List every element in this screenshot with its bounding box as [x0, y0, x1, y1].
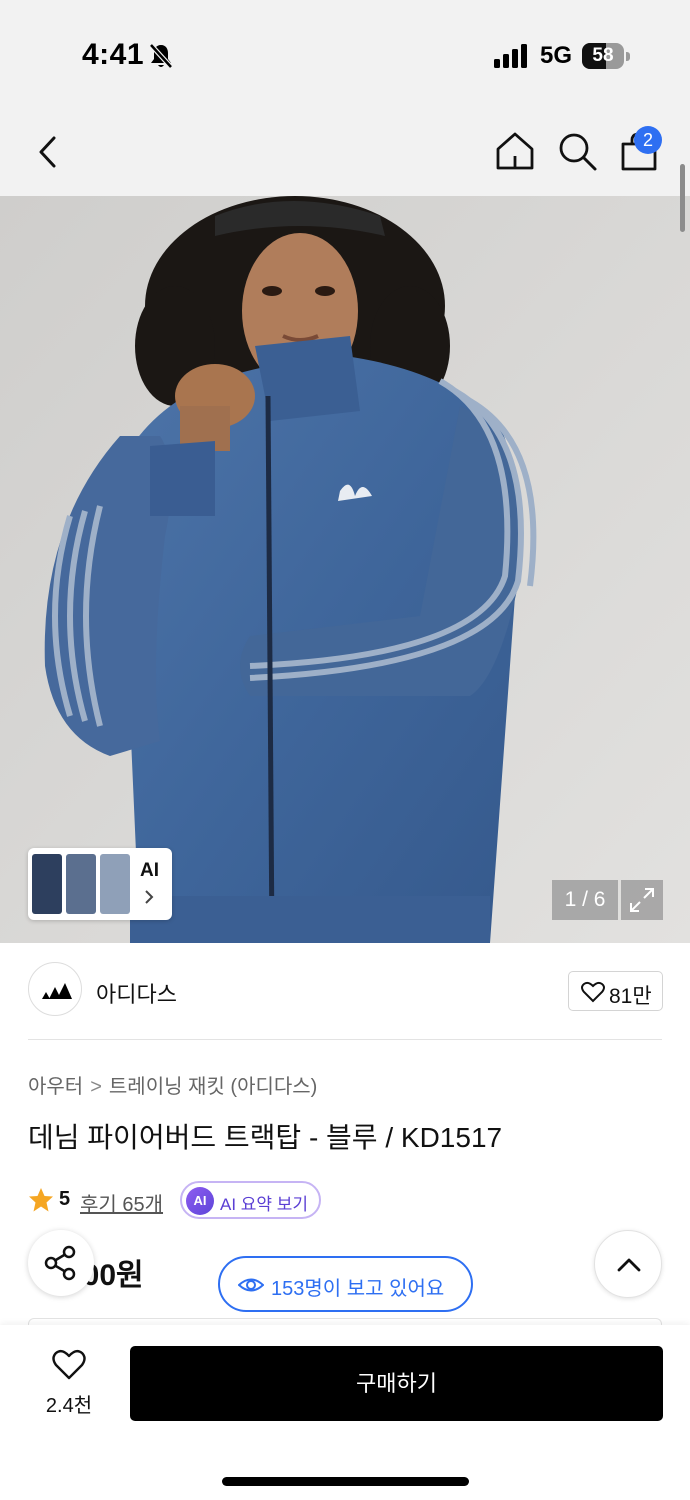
viewers-text: 153명이 보고 있어요 — [271, 1278, 445, 1300]
scroll-indicator — [680, 164, 685, 232]
wishlist-button[interactable]: 2.4천 — [36, 1349, 102, 1417]
breadcrumb-item-outer[interactable]: 아우터 — [28, 1076, 83, 1098]
product-photo — [0, 196, 690, 943]
network-type: 5G — [540, 42, 573, 69]
chevron-right-icon — [145, 890, 154, 904]
heart-icon — [581, 981, 605, 1003]
brand-logo[interactable] — [28, 962, 82, 1016]
bottom-action-bar: 2.4천 구매하기 — [0, 1325, 690, 1500]
expand-button[interactable] — [621, 880, 663, 920]
share-button[interactable] — [28, 1230, 94, 1296]
brand-like-button[interactable]: 81만 — [568, 971, 663, 1011]
top-nav-bar — [0, 110, 690, 196]
expand-icon — [630, 888, 654, 912]
status-time: 4:41 — [82, 38, 145, 71]
ai-thumb-label: AI — [140, 860, 159, 881]
brand-name[interactable]: 아디다스 — [96, 977, 177, 1009]
search-icon[interactable] — [556, 130, 598, 172]
rating-score: 5 — [59, 1188, 71, 1210]
ai-badge: AI — [186, 1187, 214, 1215]
home-icon[interactable] — [494, 130, 536, 172]
divider — [28, 1039, 662, 1040]
ai-summary-button[interactable]: AI AI 요약 보기 — [180, 1181, 321, 1219]
home-indicator — [222, 1477, 469, 1486]
breadcrumb: 아우터 > 트레이닝 재킷 (아디다스) — [28, 1070, 317, 1099]
image-pager: 1 / 6 — [552, 880, 618, 920]
product-image[interactable]: AI 1 / 6 — [0, 196, 690, 943]
status-bar: 4:41 5G 58 — [0, 0, 690, 110]
product-title: 데님 파이어버드 트랙탑 - 블루 / KD1517 — [28, 1122, 503, 1153]
buy-button[interactable]: 구매하기 — [130, 1346, 663, 1421]
star-icon — [29, 1188, 53, 1212]
adidas-logo — [42, 983, 72, 999]
signal-icon — [494, 44, 527, 68]
back-arrow-icon[interactable] — [30, 132, 70, 172]
ai-summary-label: AI 요약 보기 — [220, 1195, 309, 1214]
scroll-top-button[interactable] — [594, 1230, 662, 1298]
review-count-link[interactable]: 후기 65개 — [80, 1188, 163, 1217]
brand-like-count: 81만 — [609, 985, 652, 1008]
breadcrumb-item-category[interactable]: 트레이닝 재킷 (아디다스) — [109, 1076, 317, 1098]
share-icon — [44, 1245, 76, 1281]
wishlist-count: 2.4천 — [45, 1395, 93, 1417]
heart-icon — [52, 1349, 86, 1380]
breadcrumb-separator: > — [90, 1076, 102, 1098]
ai-look-thumbnail[interactable]: AI — [28, 848, 172, 920]
viewers-badge: 153명이 보고 있어요 — [218, 1256, 473, 1312]
bell-slash-icon — [149, 43, 173, 69]
cart-count-badge: 2 — [634, 126, 662, 154]
eye-icon — [238, 1278, 264, 1292]
battery-percent: 58 — [592, 45, 614, 66]
battery-icon: 58 — [582, 43, 630, 69]
chevron-up-icon — [617, 1258, 641, 1272]
